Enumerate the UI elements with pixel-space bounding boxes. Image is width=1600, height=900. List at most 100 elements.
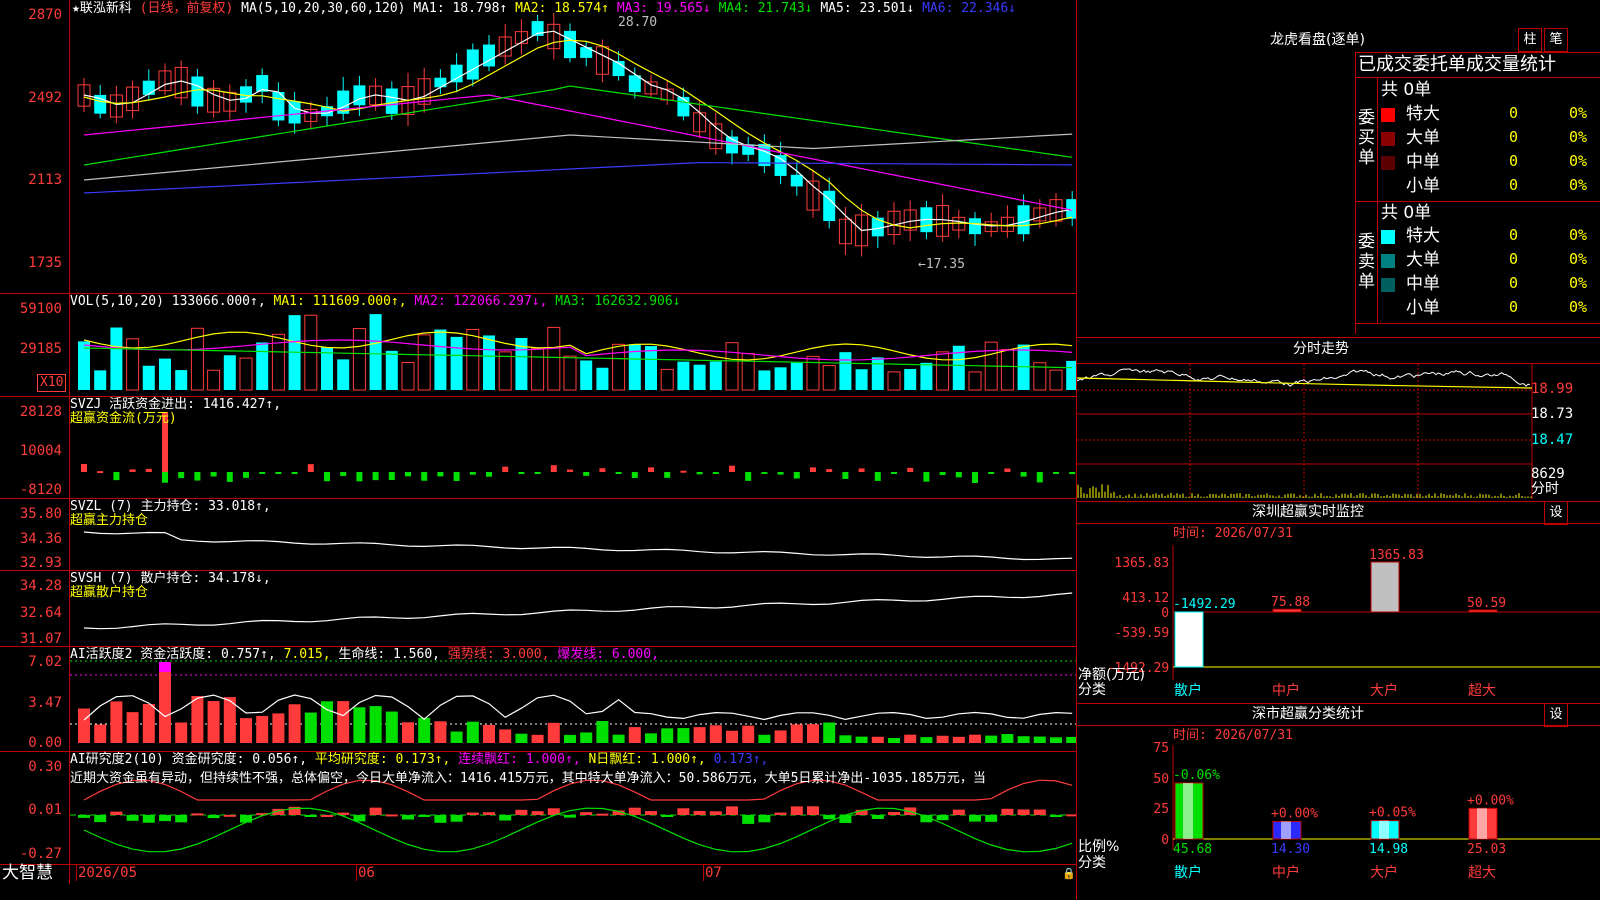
fund-flow-bar — [696, 472, 703, 475]
monitor-settings-button[interactable]: 设 — [1544, 501, 1568, 525]
kline-chart-svg[interactable] — [70, 0, 1076, 864]
tick-mode-button[interactable]: 笔 — [1544, 28, 1568, 52]
chart-mode[interactable]: (日线，前复权) — [140, 1, 234, 16]
activity-bar — [612, 734, 625, 743]
vol-title[interactable]: VOL(5,10,20) 133066.000↑, — [70, 294, 266, 309]
research-bar — [353, 815, 366, 822]
activity-bar — [758, 734, 771, 743]
fund-flow-bar — [405, 472, 411, 477]
volume-bar — [725, 342, 739, 391]
price-axis-label: 1735 — [28, 255, 62, 271]
fund-flow-bar — [599, 468, 606, 472]
class-value-label: 45.68 — [1173, 842, 1212, 857]
activity-bar — [726, 730, 738, 743]
monitor-ylabel: 净额(万元) — [1078, 667, 1145, 683]
research-bar — [418, 815, 431, 817]
price-axis-label: 2492 — [28, 90, 62, 106]
main-chart-area[interactable]: ★联泓新科 (日线，前复权) MA(5,10,20,30,60,120) MA1… — [0, 0, 1077, 900]
activity-bar — [580, 732, 593, 743]
candle-body — [677, 96, 690, 117]
activity-bar — [1066, 736, 1076, 743]
order-size-swatch — [1381, 302, 1395, 316]
fund-flow-bar — [97, 471, 104, 474]
fund-flow-bar — [680, 470, 687, 473]
low-price-marker: ←17.35 — [918, 257, 965, 272]
volume-bar — [1066, 360, 1076, 390]
volume-bar — [855, 369, 868, 390]
vol-unit-badge[interactable]: X10 — [37, 374, 67, 392]
svzl-title[interactable]: SVZL (7) 主力持仓: 33.018↑, — [70, 499, 271, 514]
activity-bar — [952, 736, 965, 743]
class-xlabel: 分类 — [1078, 855, 1106, 871]
volume-bar — [337, 359, 350, 390]
class-settings-button[interactable]: 设 — [1544, 703, 1568, 727]
volume-bar — [466, 328, 480, 391]
volume-bar — [596, 367, 609, 390]
intraday-price-label: 18.47 — [1531, 432, 1574, 448]
volume-bar — [223, 355, 236, 390]
activity-bar — [564, 734, 576, 743]
fund-flow-bar — [469, 472, 476, 475]
ma-params[interactable]: MA(5,10,20,30,60,120) — [241, 1, 405, 16]
ai-research-axis-label: 0.30 — [28, 759, 62, 775]
class-bar-highlight — [1281, 821, 1291, 839]
svzj-title[interactable]: SVZJ 活跃资金进出: 1416.427↑, — [70, 397, 281, 412]
ai-research-title[interactable]: AI研究度2(10) 资金研究度: 0.056↑, — [70, 752, 307, 767]
lock-icon[interactable]: 🔒 — [1062, 867, 1076, 880]
fund-flow-bar — [1053, 472, 1059, 474]
fund-flow-bar — [955, 472, 962, 478]
volume-bar — [920, 362, 933, 390]
order-size-percent: 0% — [1569, 128, 1588, 146]
stat-row-sep — [1355, 201, 1600, 202]
stock-title[interactable]: ★联泓新科 — [72, 1, 132, 16]
activity-bar — [126, 712, 139, 743]
class-chart-svg: 75 50 25 0 -0.06% 45.68 散户 +0.00% 14.30 中户 +0.05% 1… — [1153, 741, 1600, 881]
monitor-xlabel: 分类 — [1078, 682, 1106, 698]
volume-bar — [968, 371, 982, 391]
fund-flow-bar — [648, 467, 654, 472]
ma4-line — [83, 85, 1073, 166]
order-size-value: 0 — [1509, 128, 1519, 146]
ai-research-nday: N日飘红: 1.000↑, — [588, 752, 706, 767]
research-bar — [223, 814, 236, 817]
order-size-label: 大单 — [1406, 250, 1440, 270]
bar-mode-button[interactable]: 柱 — [1518, 28, 1542, 52]
ma2-line — [83, 39, 1073, 229]
intraday-price-label: 18.99 — [1531, 381, 1574, 397]
activity-bar — [207, 701, 220, 743]
order-size-label: 中单 — [1406, 274, 1440, 294]
order-size-swatch — [1381, 180, 1395, 194]
monitor-axis-label: 0 — [1161, 606, 1169, 621]
svsh-title[interactable]: SVSH (7) 散户持仓: 34.178↓, — [70, 571, 271, 586]
ai-life-line: 生命线: 1.560, — [338, 647, 440, 662]
monitor-bar-label: -1492.29 — [1173, 597, 1236, 612]
research-bar — [871, 815, 884, 819]
monitor-axis-label: 1365.83 — [1114, 556, 1169, 571]
fund-flow-bar — [291, 472, 298, 474]
research-bar — [936, 815, 949, 821]
volume-bar — [385, 350, 398, 390]
research-bar — [499, 815, 512, 821]
volume-bar — [498, 351, 512, 391]
right-panel: 龙虎看盘(逐单) 柱 笔 已成交委托单成交量统计 委买单 委卖单 共 0单 共 … — [1077, 0, 1600, 900]
activity-bar — [969, 734, 981, 743]
intraday-chart-svg[interactable] — [1077, 364, 1600, 499]
ai-active-title[interactable]: AI活跃度2 资金活跃度: 0.757↑, — [70, 647, 276, 662]
class-axis-label: 25 — [1153, 802, 1169, 817]
fund-flow-bar — [842, 472, 849, 479]
activity-bar — [499, 729, 512, 743]
order-size-value: 0 — [1509, 274, 1519, 292]
activity-bar — [790, 724, 803, 743]
fund-flow-bar — [226, 472, 233, 482]
buy-orders-label: 委买单 — [1358, 108, 1375, 168]
brand-logo[interactable]: 大智慧 — [2, 863, 53, 883]
order-size-label: 中单 — [1406, 152, 1440, 172]
class-top-sep — [1077, 703, 1600, 704]
activity-bar — [1001, 734, 1014, 743]
activity-bar — [807, 724, 819, 743]
ma6-value: MA6: 22.346↓ — [922, 1, 1017, 16]
activity-bar — [645, 733, 657, 743]
research-bar — [159, 815, 171, 822]
fund-flow-bar — [356, 472, 363, 482]
monitor-axis-label: 413.12 — [1122, 591, 1169, 606]
